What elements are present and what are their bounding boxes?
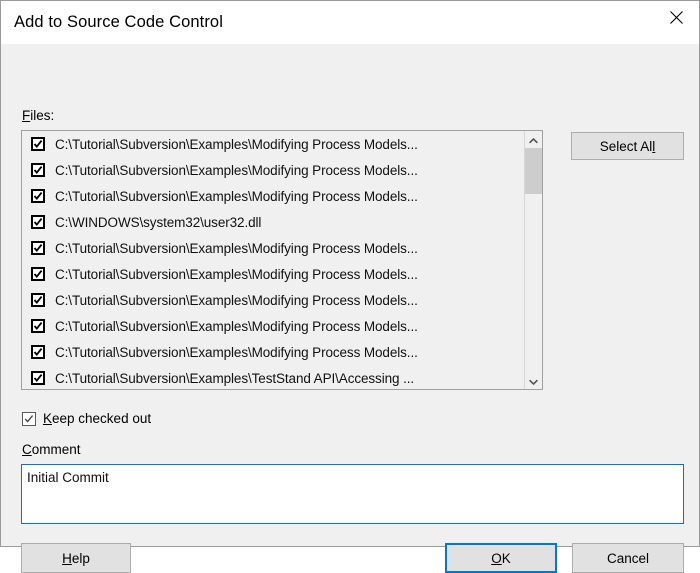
chevron-down-icon [529, 372, 538, 390]
select-all-label: Select All [600, 139, 656, 154]
files-label: Files: [22, 108, 54, 123]
row-path: C:\Tutorial\Subversion\Examples\Modifyin… [55, 292, 418, 308]
row-checkbox[interactable] [31, 267, 45, 281]
row-path: C:\Tutorial\Subversion\Examples\Modifyin… [55, 266, 418, 282]
keep-checked-out-row[interactable]: Keep checked out [22, 411, 151, 426]
files-label-rest: iles: [30, 108, 55, 123]
select-all-label-text: Select Al [599, 138, 653, 154]
chevron-up-icon [529, 131, 538, 149]
keep-checked-out-rest: eep checked out [52, 411, 152, 426]
row-path: C:\Tutorial\Subversion\Examples\Modifyin… [55, 188, 418, 204]
files-list-items: C:\Tutorial\Subversion\Examples\Modifyin… [22, 131, 524, 389]
keep-checked-out-accel: K [43, 411, 53, 426]
select-all-label-accel: l [652, 138, 656, 154]
table-row[interactable]: C:\Tutorial\Subversion\Examples\Modifyin… [22, 157, 524, 183]
keep-checked-out-checkbox[interactable] [22, 411, 36, 426]
help-label: Help [62, 551, 90, 566]
row-path: C:\Tutorial\Subversion\Examples\Modifyin… [55, 240, 418, 256]
files-listbox[interactable]: C:\Tutorial\Subversion\Examples\Modifyin… [21, 130, 543, 390]
scroll-up-button[interactable] [525, 131, 542, 148]
scrollbar-thumb[interactable] [525, 148, 542, 194]
comment-label: Comment [22, 442, 81, 457]
dialog-body: Files: C:\Tutorial\Subversion\Examples\M… [1, 44, 699, 573]
help-label-rest: elp [71, 550, 90, 566]
table-row[interactable]: C:\WINDOWS\system32\user32.dll [22, 209, 524, 235]
table-row[interactable]: C:\Tutorial\Subversion\Examples\Modifyin… [22, 235, 524, 261]
cancel-label: Cancel [606, 550, 650, 566]
row-checkbox[interactable] [31, 293, 45, 307]
scroll-down-button[interactable] [525, 372, 542, 389]
ok-label-rest: K [501, 550, 511, 566]
close-icon [669, 10, 683, 24]
table-row[interactable]: C:\Tutorial\Subversion\Examples\TestStan… [22, 365, 524, 389]
cancel-button[interactable]: Cancel [572, 543, 684, 573]
table-row[interactable]: C:\Tutorial\Subversion\Examples\Modifyin… [22, 261, 524, 287]
row-path: C:\Tutorial\Subversion\Examples\TestStan… [55, 370, 415, 386]
row-checkbox[interactable] [31, 371, 45, 385]
comment-label-rest: omment [31, 442, 81, 457]
row-checkbox[interactable] [31, 137, 45, 151]
keep-checked-out-label: Keep checked out [43, 411, 151, 426]
row-path: C:\Tutorial\Subversion\Examples\Modifyin… [55, 162, 418, 178]
files-label-accel: F [22, 108, 31, 123]
row-path: C:\Tutorial\Subversion\Examples\Modifyin… [55, 344, 418, 360]
table-row[interactable]: C:\Tutorial\Subversion\Examples\Modifyin… [22, 339, 524, 365]
row-checkbox[interactable] [31, 319, 45, 333]
table-row[interactable]: C:\Tutorial\Subversion\Examples\Modifyin… [22, 287, 524, 313]
scrollbar-track[interactable] [525, 148, 542, 372]
row-checkbox[interactable] [31, 345, 45, 359]
row-checkbox[interactable] [31, 241, 45, 255]
title-bar: Add to Source Code Control [1, 1, 699, 44]
ok-label: OK [491, 551, 511, 566]
row-path: C:\Tutorial\Subversion\Examples\Modifyin… [55, 136, 418, 152]
row-path: C:\Tutorial\Subversion\Examples\Modifyin… [55, 318, 418, 334]
row-checkbox[interactable] [31, 189, 45, 203]
help-label-accel: H [62, 550, 72, 566]
files-scrollbar[interactable] [524, 131, 542, 389]
table-row[interactable]: C:\Tutorial\Subversion\Examples\Modifyin… [22, 183, 524, 209]
ok-button[interactable]: OK [445, 543, 557, 573]
ok-label-accel: O [491, 550, 502, 566]
window-title: Add to Source Code Control [14, 13, 223, 31]
select-all-button[interactable]: Select All [571, 132, 684, 160]
row-checkbox[interactable] [31, 215, 45, 229]
table-row[interactable]: C:\Tutorial\Subversion\Examples\Modifyin… [22, 313, 524, 339]
comment-label-accel: C [22, 442, 32, 457]
close-button[interactable] [653, 1, 699, 33]
add-to-source-code-control-dialog: Add to Source Code Control Files: C:\Tut… [0, 0, 700, 573]
help-button[interactable]: Help [21, 543, 131, 573]
row-checkbox[interactable] [31, 163, 45, 177]
table-row[interactable]: C:\Tutorial\Subversion\Examples\Modifyin… [22, 131, 524, 157]
row-path: C:\WINDOWS\system32\user32.dll [55, 214, 262, 230]
comment-input[interactable] [21, 464, 684, 524]
